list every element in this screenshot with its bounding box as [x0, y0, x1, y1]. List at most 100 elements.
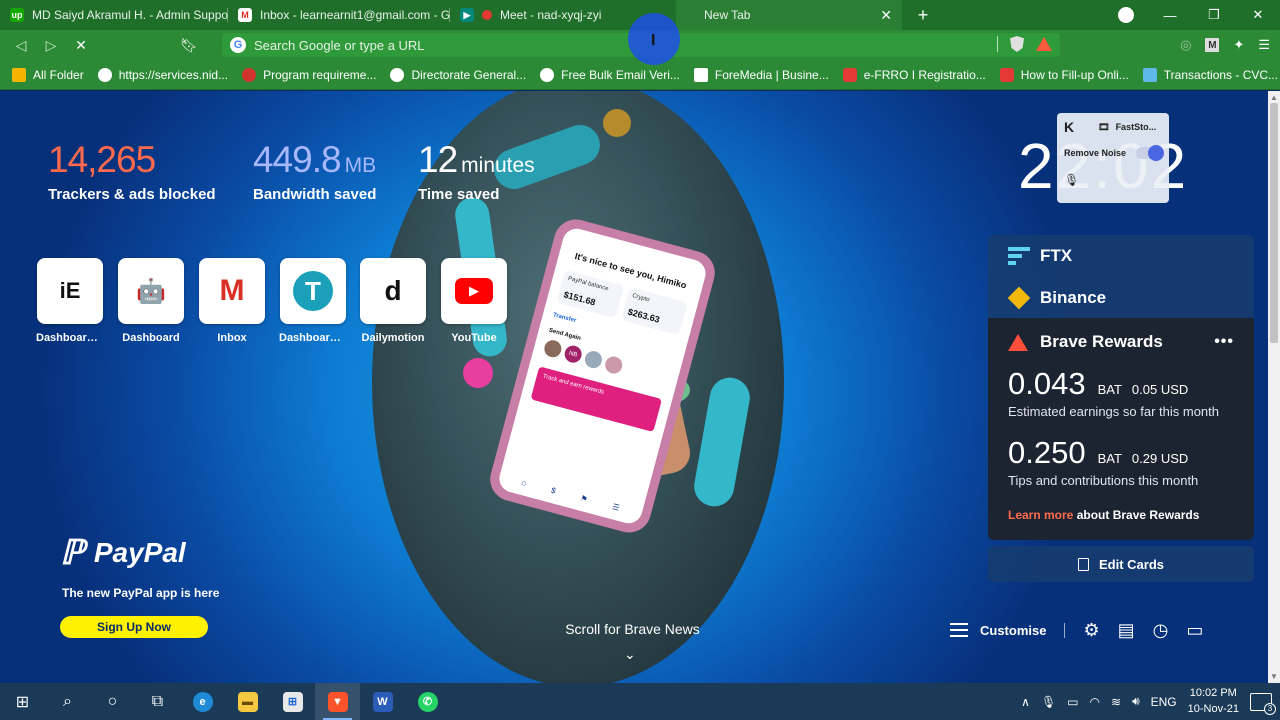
ftx-card[interactable]: FTX	[988, 235, 1254, 277]
extensions-icon[interactable]: ✦	[1233, 37, 1244, 53]
search-input[interactable]: Search Google or type a URL	[254, 38, 425, 53]
bookmark-item[interactable]: https://services.nid...	[97, 67, 229, 82]
taskbar-whatsapp[interactable]: ✆	[405, 683, 450, 720]
top-site-dashboard[interactable]: 🤖 Dashboard	[117, 258, 185, 344]
bookmark-label: Directorate General...	[411, 67, 527, 82]
scroll-down-icon[interactable]: ▼	[1270, 672, 1278, 681]
faststone-popup[interactable]: K 🎞︎ FastSto... Remove Noise 🎙︎	[1057, 113, 1169, 203]
tab-upwork[interactable]: up MD Saiyd Akramul H. - Admin Suppor	[0, 0, 228, 30]
page-scrollbar[interactable]: ▲ ▼	[1268, 91, 1280, 683]
customise-button[interactable]: Customise	[950, 622, 1066, 638]
binance-icon	[1007, 286, 1031, 310]
scroll-up-icon[interactable]: ▲	[1270, 93, 1278, 102]
top-site-dashboard-t[interactable]: T Dashboard ‹...	[279, 258, 347, 344]
bookmark-item[interactable]: e-FRRO I Registratio...	[842, 67, 986, 82]
film-icon: 🎞︎	[1098, 121, 1110, 132]
top-site-inbox[interactable]: M Inbox	[198, 258, 266, 344]
remove-noise-label: Remove Noise	[1064, 148, 1127, 158]
extension-m-icon[interactable]: M	[1205, 38, 1220, 52]
faststone-k-icon: K	[1064, 119, 1075, 135]
bookmark-icon[interactable]: 🔖︎	[174, 37, 204, 54]
top-site-dashboard-elementor[interactable]: iE Dashboard ‹...	[36, 258, 104, 344]
history-icon[interactable]: ◷	[1153, 620, 1169, 641]
language-indicator[interactable]: ENG	[1151, 695, 1177, 709]
brave-rewards-icon[interactable]	[1036, 37, 1052, 51]
settings-gear-icon[interactable]: ⚙	[1083, 620, 1099, 641]
cortana-icon[interactable]: ○	[90, 683, 135, 720]
earnings-desc: Estimated earnings so far this month	[1008, 404, 1219, 419]
taskbar-date: 10-Nov-21	[1187, 702, 1239, 715]
bookmark-item[interactable]: Program requireme...	[242, 67, 377, 82]
folder-icon	[12, 67, 26, 82]
notification-count: 3	[1264, 702, 1276, 715]
chevron-down-icon[interactable]: ⌄	[624, 646, 636, 663]
edit-cards-button[interactable]: Edit Cards	[988, 546, 1254, 582]
bookmark-item[interactable]: How to Fill-up Onli...	[999, 67, 1129, 82]
bandwidth-unit: MB	[344, 154, 377, 177]
trackers-value: 14,265	[48, 139, 156, 180]
show-hidden-icons-icon[interactable]: ∧	[1021, 695, 1030, 709]
network-icon[interactable]: ◠	[1090, 695, 1100, 709]
learn-more-link[interactable]: Learn more	[1008, 508, 1073, 522]
more-options-icon[interactable]: •••	[1214, 333, 1234, 351]
bookmark-label: All Folder	[33, 67, 84, 82]
tab-new-tab[interactable]: New Tab ✕	[676, 0, 902, 30]
forward-button[interactable]: ▷	[36, 37, 66, 54]
top-site-youtube[interactable]: ▶ YouTube	[440, 258, 508, 344]
taskbar-explorer[interactable]: ▬	[225, 683, 270, 720]
site-label: Dashboard	[122, 332, 180, 344]
stop-loading-button[interactable]: ✕	[66, 37, 96, 54]
bookmark-item[interactable]: ForeMedia | Busine...	[693, 67, 829, 82]
close-tab-icon[interactable]: ✕	[872, 7, 892, 24]
scrollbar-thumb[interactable]	[1270, 103, 1278, 343]
notifications-icon[interactable]: 3	[1250, 692, 1276, 715]
back-button[interactable]: ◁	[6, 37, 36, 54]
bookmark-label: https://services.nid...	[118, 67, 229, 82]
tab-gmail[interactable]: M Inbox - learnearnit1@gmail.com - Gm	[228, 0, 450, 30]
new-tab-button[interactable]: +	[912, 5, 934, 26]
binance-card[interactable]: Binance	[988, 277, 1254, 319]
top-site-dailymotion[interactable]: d Dailymotion	[359, 258, 427, 344]
taskbar-store[interactable]: ⊞	[270, 683, 315, 720]
bookmark-item[interactable]: Free Bulk Email Veri...	[540, 67, 680, 82]
maximize-button[interactable]: ❐	[1192, 7, 1236, 23]
remove-noise-toggle[interactable]	[1136, 145, 1164, 161]
taskbar-clock[interactable]: 10:02 PM 10-Nov-21	[1188, 686, 1239, 717]
bookmark-item[interactable]: Directorate General...	[390, 67, 527, 82]
video-call-icon[interactable]: ▭	[1186, 620, 1203, 641]
paypal-p-icon: ℙ	[60, 534, 84, 572]
taskbar-edge[interactable]: e	[180, 683, 225, 720]
youtube-icon	[999, 67, 1014, 82]
minimize-button[interactable]: —	[1148, 8, 1192, 23]
search-icon[interactable]: ⌕	[45, 683, 90, 720]
tab-title: Meet - nad-xyqj-zyi	[500, 8, 602, 22]
battery-icon[interactable]: ▭	[1067, 695, 1078, 709]
tips-usd: 0.29 USD	[1131, 451, 1189, 466]
microphone-icon[interactable]: 🎙︎	[1064, 173, 1162, 187]
time-value: 12	[418, 139, 458, 180]
tab-search-icon[interactable]: ▼	[1118, 7, 1134, 23]
menu-icon[interactable]: ☰	[1258, 37, 1270, 53]
wifi-icon[interactable]: ≋	[1111, 695, 1121, 709]
sync-icon[interactable]: ◎	[1180, 37, 1191, 53]
brave-shield-icon[interactable]	[1010, 36, 1024, 52]
volume-icon[interactable]: 🔊︎	[1132, 694, 1140, 709]
tab-title: Inbox - learnearnit1@gmail.com - Gm	[260, 8, 450, 22]
word-icon: W	[372, 691, 393, 712]
tips-bat: 0.250	[1008, 435, 1086, 470]
globe-icon	[390, 67, 405, 82]
start-button[interactable]: ⊞	[0, 683, 45, 720]
earnings-usd: 0.05 USD	[1131, 382, 1189, 397]
sign-up-now-button[interactable]: Sign Up Now	[60, 616, 208, 638]
taskbar-word[interactable]: W	[360, 683, 405, 720]
bookmarks-icon[interactable]: ▤	[1118, 620, 1135, 641]
task-view-icon[interactable]: ⧉	[135, 683, 180, 720]
bookmark-all-folder[interactable]: All Folder	[12, 67, 84, 82]
taskbar-brave[interactable]: ▼	[315, 683, 360, 720]
scroll-for-brave-news[interactable]: Scroll for Brave News	[540, 621, 725, 637]
bookmark-label: Program requireme...	[263, 67, 377, 82]
bookmark-item[interactable]: Transactions - CVC...	[1142, 67, 1278, 82]
close-window-button[interactable]: ✕	[1236, 7, 1280, 23]
microphone-icon[interactable]: 🎙︎	[1041, 695, 1056, 709]
omnibox-right	[997, 36, 1052, 52]
